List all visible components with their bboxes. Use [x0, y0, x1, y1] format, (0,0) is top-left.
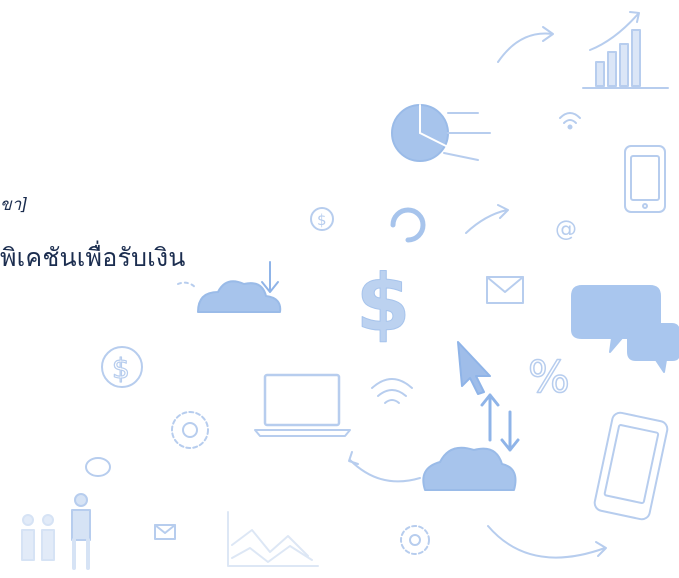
slide-title: พิเคชันเพื่อรับเงิน	[0, 243, 186, 272]
cursor-arrow-icon	[457, 341, 491, 395]
dollar-coin-icon: $	[101, 346, 143, 388]
svg-text:@: @	[555, 217, 577, 242]
percent-icon: %	[527, 351, 570, 404]
line-chart-icon	[227, 511, 319, 567]
slide-caption: ขา]	[0, 195, 28, 215]
cloud-icon	[348, 393, 520, 491]
gear-icon	[400, 525, 430, 555]
arrow-icon	[465, 204, 509, 234]
pie-chart-icon	[391, 104, 491, 162]
gear-icon	[171, 411, 209, 449]
envelope-icon	[486, 276, 524, 304]
smartphone-icon	[624, 145, 666, 213]
chat-bubble-icon	[571, 285, 679, 373]
svg-text:$: $	[356, 259, 410, 349]
trend-arrow-icon	[497, 26, 554, 63]
svg-text:$: $	[112, 352, 130, 385]
background-illustration: $ @ $ % $	[21, 11, 679, 570]
wifi-icon	[559, 112, 581, 130]
svg-text:$: $	[317, 211, 327, 229]
refresh-icon	[390, 207, 426, 243]
smartphone-icon	[593, 411, 669, 521]
wifi-icon	[371, 378, 413, 404]
bar-chart-icon	[582, 11, 669, 89]
envelope-icon	[154, 524, 176, 540]
people-icon	[21, 457, 111, 570]
dollar-sign-icon: $	[356, 259, 411, 350]
laptop-icon	[254, 373, 351, 437]
dollar-coin-icon: $	[310, 207, 334, 231]
cloud-icon	[177, 261, 282, 313]
svg-text:%: %	[528, 352, 570, 403]
at-sign-icon: @	[555, 217, 577, 242]
